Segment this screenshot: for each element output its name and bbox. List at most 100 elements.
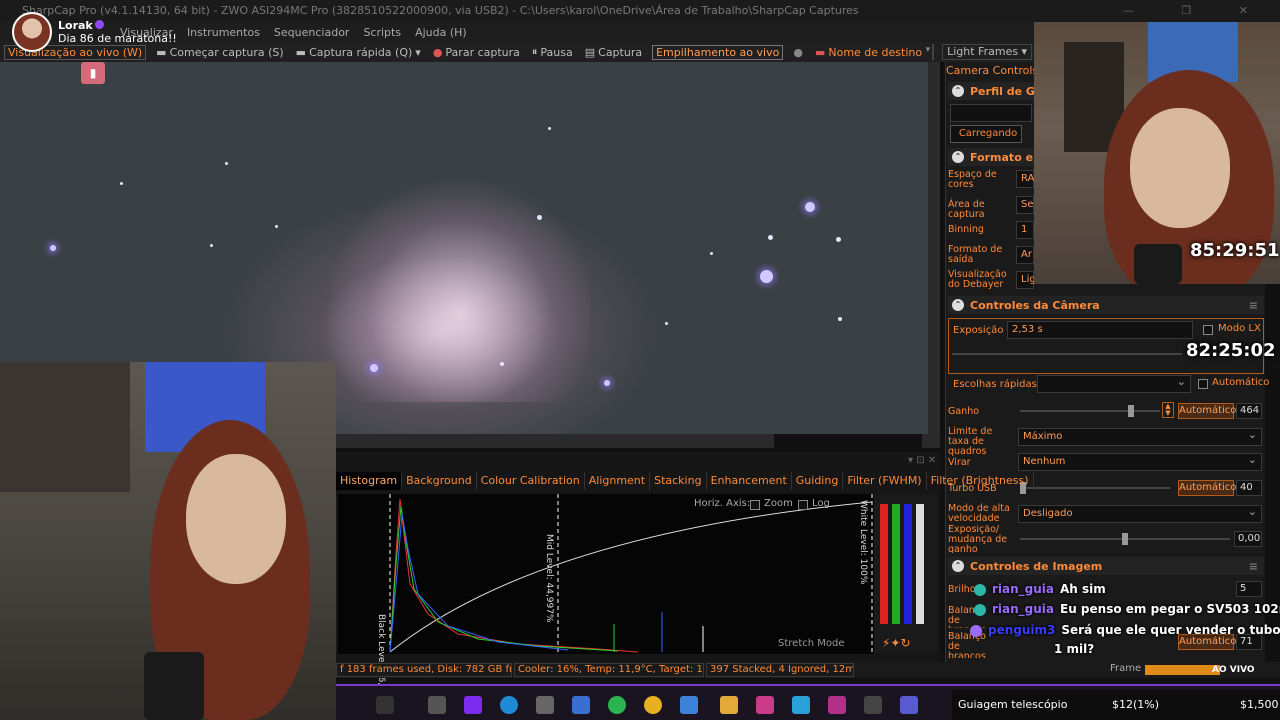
exposure-input[interactable]: 2,53 s bbox=[1007, 321, 1193, 339]
scrollbar-thumb[interactable] bbox=[774, 434, 922, 448]
status-frames: f 183 frames used, Disk: 782 GB free bbox=[336, 663, 512, 677]
record-indicator-icon: ● bbox=[793, 45, 803, 59]
green-level-bar[interactable] bbox=[892, 504, 900, 624]
white-level-label: White Level: 100% bbox=[858, 500, 868, 585]
usb-slider[interactable] bbox=[1020, 482, 1170, 494]
edge-icon[interactable] bbox=[500, 696, 518, 714]
horiz-axis-label: Horiz. Axis: bbox=[694, 498, 751, 509]
exposure-slider[interactable] bbox=[952, 353, 1182, 355]
usb-value[interactable]: 40 bbox=[1236, 480, 1262, 496]
hamburger-icon[interactable]: ≡ bbox=[1249, 299, 1258, 312]
live-stacking-button[interactable]: Empilhamento ao vivo bbox=[652, 44, 784, 60]
app-icon[interactable] bbox=[428, 696, 446, 714]
zoom-checkbox[interactable] bbox=[750, 500, 760, 510]
brightness-value[interactable]: 5 bbox=[1236, 581, 1262, 597]
menu-instrumentos[interactable]: Instrumentos bbox=[187, 26, 260, 39]
frame-type-select[interactable]: Light Frames ▾ bbox=[942, 44, 1033, 60]
color-space-select[interactable]: RA bbox=[1016, 170, 1034, 188]
app-icon[interactable] bbox=[572, 696, 590, 714]
loading-button[interactable]: Carregando bbox=[950, 125, 1022, 143]
output-format-select[interactable]: Ar bbox=[1016, 246, 1034, 264]
panel-window-controls[interactable]: ▾ ⊡ ✕ bbox=[908, 455, 936, 466]
quick-capture-button[interactable]: ▬ Captura rápida (Q) ▾ bbox=[294, 46, 423, 59]
debayer-select[interactable]: Lig bbox=[1016, 271, 1036, 289]
hamburger-icon[interactable]: ≡ bbox=[1249, 560, 1258, 573]
app-icon[interactable] bbox=[756, 696, 774, 714]
store-icon[interactable] bbox=[536, 696, 554, 714]
gain-spinner[interactable]: ▲ ▼ bbox=[1162, 402, 1174, 418]
lx-mode-checkbox[interactable] bbox=[1203, 325, 1213, 335]
tab-enhancement[interactable]: Enhancement bbox=[707, 472, 792, 490]
tab-stacking[interactable]: Stacking bbox=[650, 472, 707, 490]
app-icon[interactable] bbox=[376, 696, 394, 714]
gain-value[interactable]: 464 bbox=[1236, 403, 1262, 419]
image-vertical-scrollbar[interactable] bbox=[928, 62, 940, 434]
slider-knob[interactable] bbox=[1122, 533, 1128, 545]
tab-background[interactable]: Background bbox=[402, 472, 477, 490]
luminance-level-bar[interactable] bbox=[916, 504, 924, 624]
collapse-icon[interactable]: ⌃ bbox=[952, 560, 964, 572]
tab-histogram[interactable]: Histogram bbox=[336, 472, 403, 490]
image-horizontal-scrollbar[interactable] bbox=[336, 434, 940, 448]
format-label-output: Formato de saída bbox=[948, 244, 1003, 265]
log-checkbox[interactable] bbox=[798, 500, 808, 510]
fps-limit-select[interactable]: Máximo bbox=[1018, 427, 1262, 446]
tab-filter-fwhm[interactable]: Filter (FWHM) bbox=[843, 472, 927, 490]
bookmark-icon[interactable]: ▮ bbox=[81, 62, 105, 84]
tab-guiding[interactable]: Guiding bbox=[792, 472, 844, 490]
menu-ajuda[interactable]: Ajuda (H) bbox=[415, 26, 467, 39]
menu-scripts[interactable]: Scripts bbox=[363, 26, 401, 39]
collapse-icon[interactable]: ⌃ bbox=[952, 299, 964, 311]
flip-select[interactable]: Nenhum bbox=[1018, 452, 1262, 471]
streamer-overlay: Lorak Dia 86 de maratona!! bbox=[12, 12, 177, 52]
chrome-icon[interactable] bbox=[644, 696, 662, 714]
auto-exposure-checkbox[interactable] bbox=[1198, 379, 1208, 389]
app-icon[interactable] bbox=[464, 696, 482, 714]
hispeed-select[interactable]: Desligado bbox=[1018, 504, 1262, 523]
exposure-label: Exposição bbox=[953, 325, 1004, 336]
target-name-select[interactable] bbox=[926, 44, 935, 60]
webcam-bottom bbox=[0, 362, 336, 720]
frame-label: Frame : bbox=[1110, 663, 1148, 674]
stop-capture-button[interactable]: ● Parar captura bbox=[431, 46, 522, 59]
collapse-icon[interactable]: ⌃ bbox=[952, 85, 964, 97]
app-icon[interactable] bbox=[864, 696, 882, 714]
menu-sequenciador[interactable]: Sequenciador bbox=[274, 26, 350, 39]
profile-select[interactable] bbox=[950, 104, 1032, 122]
exposure-change-value[interactable]: 0,00 bbox=[1234, 531, 1262, 547]
whatsapp-icon[interactable] bbox=[608, 696, 626, 714]
capture-area-select[interactable]: Sel bbox=[1016, 196, 1036, 214]
auto-stretch-icon[interactable]: ⚡✦↻ bbox=[882, 636, 911, 650]
app-icon[interactable] bbox=[828, 696, 846, 714]
slider-knob[interactable] bbox=[1128, 405, 1134, 417]
chat-message: penguim3 Será que ele quer vender o tubo … bbox=[970, 623, 1280, 637]
histogram-plot[interactable]: Horiz. Axis: Zoom Log Black Level: 16,10… bbox=[338, 494, 874, 711]
capture-button[interactable]: ▤ Captura bbox=[583, 46, 644, 59]
section-camera-controls[interactable]: ⌃ Controles da Câmera ≡ bbox=[948, 296, 1264, 314]
format-label-binning: Binning bbox=[948, 224, 984, 235]
blue-level-bar[interactable] bbox=[904, 504, 912, 624]
chat-text: Ah sim bbox=[1060, 582, 1106, 596]
collapse-icon[interactable]: ⌃ bbox=[952, 151, 964, 163]
usb-auto-button[interactable]: Automático bbox=[1178, 480, 1236, 496]
tab-colour-calibration[interactable]: Colour Calibration bbox=[477, 472, 585, 490]
section-image-controls[interactable]: ⌃ Controles de Imagem ≡ bbox=[948, 557, 1264, 575]
red-level-bar[interactable] bbox=[880, 504, 888, 624]
tab-filter-brightness[interactable]: Filter (Brightness) bbox=[927, 472, 1034, 490]
star bbox=[760, 270, 773, 283]
window-controls[interactable]: — ❐ ✕ bbox=[1123, 0, 1270, 22]
exposure-change-slider[interactable] bbox=[1020, 533, 1230, 545]
streamer-subtitle: Dia 86 de maratona!! bbox=[58, 32, 177, 45]
app-icon[interactable] bbox=[680, 696, 698, 714]
status-bar: f 183 frames used, Disk: 782 GB free Coo… bbox=[336, 662, 1280, 678]
gain-slider[interactable] bbox=[1020, 405, 1160, 417]
binning-select[interactable]: 1 bbox=[1016, 221, 1034, 239]
app-icon[interactable] bbox=[792, 696, 810, 714]
gain-auto-button[interactable]: Automático bbox=[1178, 403, 1236, 419]
tab-alignment[interactable]: Alignment bbox=[585, 472, 651, 490]
log-label: Log bbox=[812, 498, 830, 509]
quick-picks-select[interactable] bbox=[1037, 374, 1191, 393]
pause-button[interactable]: ⏸ Pausa bbox=[530, 45, 575, 59]
app-icon[interactable] bbox=[900, 696, 918, 714]
folder-icon[interactable] bbox=[720, 696, 738, 714]
